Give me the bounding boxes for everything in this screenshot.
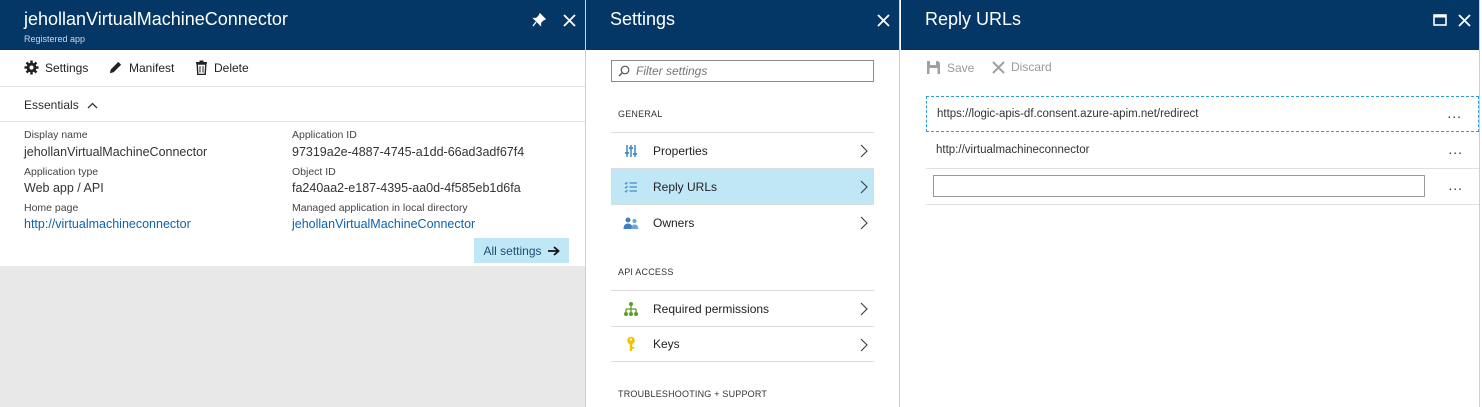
settings-blade-header: Settings xyxy=(586,0,899,50)
save-icon xyxy=(927,61,940,74)
manifest-button[interactable]: Manifest xyxy=(108,60,174,75)
maximize-icon xyxy=(1433,14,1447,26)
settings-button[interactable]: Settings xyxy=(24,60,88,75)
essentials-grid: Display name jehollanVirtualMachineConne… xyxy=(0,122,585,267)
arrow-right-icon xyxy=(547,245,560,256)
app-command-bar: Settings Manifest Delete xyxy=(0,50,585,87)
more-options-button[interactable]: ... xyxy=(1448,177,1463,193)
trash-icon xyxy=(196,60,207,75)
reply-url-text: http://virtualmachineconnector xyxy=(936,144,1090,156)
properties-icon xyxy=(621,144,641,158)
section-troubleshooting: TROUBLESHOOTING + SUPPORT xyxy=(618,389,768,399)
section-general: GENERAL xyxy=(618,109,663,119)
gear-icon xyxy=(24,60,39,75)
pencil-icon xyxy=(109,61,122,74)
more-options-button[interactable]: ... xyxy=(1448,141,1463,157)
settings-search xyxy=(611,60,874,82)
chevron-up-icon xyxy=(87,102,98,108)
reply-urls-blade: Reply URLs Save Discard https://logic-ap… xyxy=(901,0,1480,407)
close-app-blade-button[interactable] xyxy=(557,0,581,40)
display-name-label: Display name xyxy=(24,129,88,141)
reply-url-text: https://logic-apis-df.consent.azure-apim… xyxy=(937,108,1199,120)
object-id-label: Object ID xyxy=(292,166,336,178)
essentials-toggle[interactable]: Essentials xyxy=(24,98,98,112)
maximize-button[interactable] xyxy=(1428,0,1452,40)
chevron-right-icon xyxy=(860,216,868,230)
app-blade-title: jehollanVirtualMachineConnector xyxy=(24,9,288,29)
essentials-header: Essentials xyxy=(0,87,585,122)
discard-label: Discard xyxy=(1011,60,1052,74)
app-blade: jehollanVirtualMachineConnector Register… xyxy=(0,0,586,407)
delete-button[interactable]: Delete xyxy=(195,60,249,75)
all-settings-label: All settings xyxy=(483,243,542,258)
discard-icon xyxy=(992,60,1005,74)
delete-label: Delete xyxy=(214,60,249,75)
essentials-label: Essentials xyxy=(24,98,79,112)
object-id-value: fa240aa2-e187-4395-aa0d-4f585eb1d6fa xyxy=(292,181,521,195)
managed-app-link[interactable]: jehollanVirtualMachineConnector xyxy=(292,217,475,231)
pin-button[interactable] xyxy=(527,0,551,40)
settings-blade-title: Settings xyxy=(610,9,676,29)
new-reply-url-row: ... xyxy=(926,169,1479,205)
section-api-access: API ACCESS xyxy=(618,267,674,277)
app-type-value: Web app / API xyxy=(24,181,104,195)
chevron-right-icon xyxy=(860,338,868,352)
empty-area xyxy=(0,266,585,407)
app-id-label: Application ID xyxy=(292,129,357,141)
reply-urls-label: Reply URLs xyxy=(653,179,718,194)
chevron-right-icon xyxy=(860,144,868,158)
close-reply-blade-button[interactable] xyxy=(1452,0,1476,40)
chevron-right-icon xyxy=(860,302,868,316)
app-blade-subtitle: Registered app xyxy=(24,34,86,44)
list-check-icon xyxy=(621,180,641,194)
reply-url-row[interactable]: https://logic-apis-df.consent.azure-apim… xyxy=(926,96,1479,132)
save-button[interactable]: Save xyxy=(926,60,974,75)
settings-item-keys[interactable]: Keys xyxy=(611,326,874,362)
app-blade-header: jehollanVirtualMachineConnector Register… xyxy=(0,0,585,50)
close-settings-blade-button[interactable] xyxy=(871,0,895,40)
close-icon xyxy=(562,13,576,27)
app-id-value: 97319a2e-4887-4745-a1dd-66ad3adf67f4 xyxy=(292,145,525,159)
manifest-label: Manifest xyxy=(129,60,175,75)
owners-label: Owners xyxy=(653,215,695,230)
settings-item-owners[interactable]: Owners xyxy=(611,204,874,240)
save-label: Save xyxy=(947,60,975,75)
more-options-button[interactable]: ... xyxy=(1447,105,1462,121)
key-icon xyxy=(621,336,641,352)
reply-url-row[interactable]: http://virtualmachineconnector ... xyxy=(926,133,1479,169)
settings-item-required-permissions[interactable]: Required permissions xyxy=(611,290,874,326)
new-reply-url-input[interactable] xyxy=(933,175,1425,197)
all-settings-button[interactable]: All settings xyxy=(474,238,569,263)
settings-item-properties[interactable]: Properties xyxy=(611,132,874,168)
search-icon xyxy=(618,65,630,77)
properties-label: Properties xyxy=(653,143,708,158)
close-icon xyxy=(1457,13,1471,27)
home-page-label: Home page xyxy=(24,202,79,214)
pin-icon xyxy=(532,13,546,27)
close-icon xyxy=(876,13,890,27)
owners-icon xyxy=(621,216,641,230)
settings-item-reply-urls[interactable]: Reply URLs xyxy=(611,168,874,204)
reply-blade-header: Reply URLs xyxy=(901,0,1479,50)
reply-blade-title: Reply URLs xyxy=(925,9,1022,29)
settings-blade: Settings GENERAL Properties Reply URLs O… xyxy=(586,0,900,407)
display-name-value: jehollanVirtualMachineConnector xyxy=(24,145,208,159)
app-type-label: Application type xyxy=(24,166,99,178)
managed-app-label: Managed application in local directory xyxy=(292,202,468,214)
permissions-icon xyxy=(621,301,641,317)
chevron-right-icon xyxy=(860,180,868,194)
settings-label: Settings xyxy=(45,60,89,75)
discard-button[interactable]: Discard xyxy=(992,60,1052,74)
settings-search-input[interactable] xyxy=(636,64,856,78)
home-page-link[interactable]: http://virtualmachineconnector xyxy=(24,217,191,231)
keys-label: Keys xyxy=(653,337,680,351)
required-permissions-label: Required permissions xyxy=(653,301,770,316)
